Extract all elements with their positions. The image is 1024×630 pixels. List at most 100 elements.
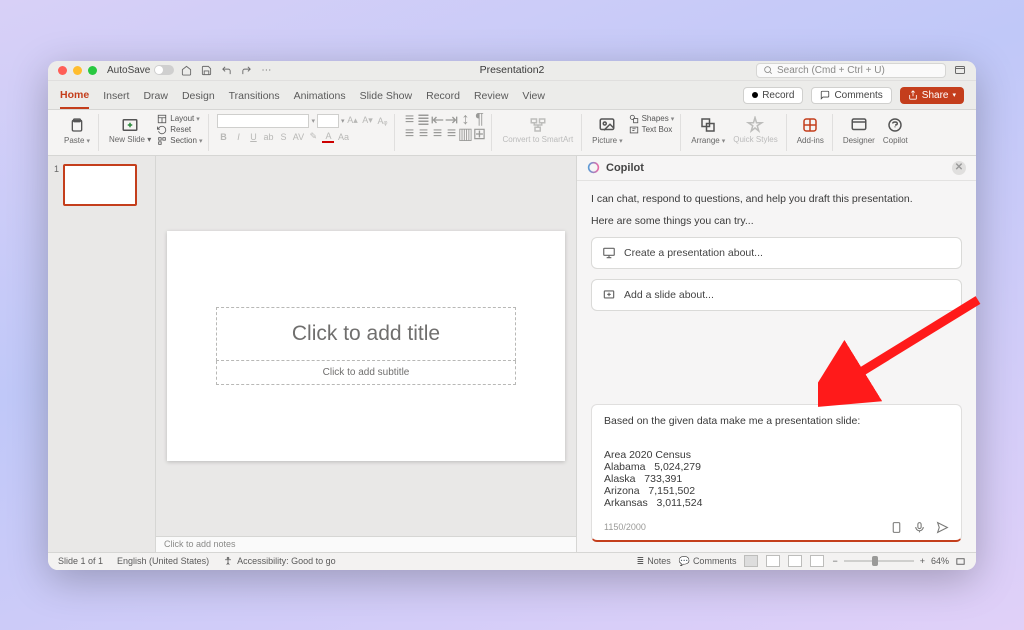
subtitle-placeholder[interactable]: Click to add subtitle — [216, 361, 516, 385]
highlight-icon[interactable]: ✎ — [307, 131, 319, 143]
autosave-toggle[interactable]: AutoSave — [107, 65, 174, 76]
copilot-suggestion-1[interactable]: Create a presentation about... — [591, 237, 962, 269]
slideshow-view-icon[interactable] — [810, 555, 824, 567]
tab-view[interactable]: View — [522, 86, 545, 108]
copilot-intro: I can chat, respond to questions, and he… — [591, 193, 962, 205]
copilot-input[interactable]: Based on the given data make me a presen… — [591, 404, 962, 542]
arrange-icon — [699, 116, 717, 134]
designer-button[interactable]: Designer — [841, 114, 877, 147]
slide-counter[interactable]: Slide 1 of 1 — [58, 556, 103, 566]
tab-review[interactable]: Review — [474, 86, 508, 108]
addins-button[interactable]: Add-ins — [795, 114, 826, 147]
presentation-icon — [602, 246, 616, 260]
bold-icon[interactable]: B — [217, 131, 229, 143]
align-left-icon[interactable]: ≡ — [403, 128, 415, 140]
char-count: 1150/2000 — [604, 522, 646, 532]
section-button[interactable]: Section — [157, 136, 202, 146]
slide-thumbnails[interactable]: 1 — [48, 156, 156, 552]
clear-format-icon[interactable]: Aᵩ — [376, 115, 388, 127]
align-text-icon[interactable]: ⊞ — [473, 128, 485, 140]
columns-icon[interactable]: ▥ — [459, 128, 471, 140]
paste-button[interactable]: Paste — [62, 114, 92, 147]
textbox-button[interactable]: Text Box — [629, 125, 675, 135]
slide-canvas[interactable]: Click to add title Click to add subtitle — [156, 156, 576, 536]
zoom-out-icon[interactable]: − — [832, 556, 837, 566]
strike-icon[interactable]: ab — [262, 131, 274, 143]
search-input[interactable]: Search (Cmd + Ctrl + U) — [756, 63, 946, 78]
send-icon[interactable] — [936, 521, 949, 534]
minimize-window-icon[interactable] — [73, 66, 82, 75]
normal-view-icon[interactable] — [744, 555, 758, 567]
slide[interactable]: Click to add title Click to add subtitle — [167, 231, 565, 461]
spacing-icon[interactable]: AV — [292, 131, 304, 143]
accessibility-icon — [223, 556, 233, 566]
italic-icon[interactable]: I — [232, 131, 244, 143]
comments-toggle[interactable]: 💬 Comments — [679, 556, 737, 567]
search-placeholder: Search (Cmd + Ctrl + U) — [777, 65, 885, 76]
smartart-button[interactable]: Convert to SmartArt — [500, 114, 575, 146]
underline-icon[interactable]: U — [247, 131, 259, 143]
shadow-icon[interactable]: S — [277, 131, 289, 143]
designer-icon — [850, 116, 868, 134]
tab-draw[interactable]: Draw — [143, 86, 168, 108]
switch-off-icon[interactable] — [154, 65, 174, 75]
zoom-in-icon[interactable]: + — [920, 556, 925, 566]
home-icon[interactable] — [180, 64, 192, 76]
ribbon-tabs: Home Insert Draw Design Transitions Anim… — [48, 81, 976, 110]
align-center-icon[interactable]: ≡ — [417, 128, 429, 140]
ribbon-options-icon[interactable] — [954, 64, 966, 76]
tab-transitions[interactable]: Transitions — [229, 86, 280, 108]
tab-design[interactable]: Design — [182, 86, 215, 108]
quick-styles-button[interactable]: Quick Styles — [731, 114, 779, 146]
title-placeholder[interactable]: Click to add title — [216, 307, 516, 361]
font-family-input[interactable] — [217, 114, 309, 128]
tab-insert[interactable]: Insert — [103, 86, 129, 108]
window-controls[interactable] — [58, 66, 97, 75]
reset-button[interactable]: Reset — [157, 125, 202, 135]
zoom-slider[interactable] — [844, 560, 914, 562]
zoom-window-icon[interactable] — [88, 66, 97, 75]
decrease-font-icon[interactable]: A▾ — [361, 115, 373, 127]
share-button[interactable]: Share▾ — [900, 87, 964, 104]
section-icon — [157, 136, 167, 146]
picture-button[interactable]: Picture — [590, 114, 624, 147]
align-right-icon[interactable]: ≡ — [431, 128, 443, 140]
layout-button[interactable]: Layout — [157, 114, 202, 124]
tab-home[interactable]: Home — [60, 85, 89, 109]
smartart-icon — [529, 116, 547, 134]
more-icon[interactable]: ⋯ — [260, 64, 272, 76]
font-size-input[interactable] — [317, 114, 339, 128]
mic-icon[interactable] — [913, 521, 926, 534]
comments-button[interactable]: Comments — [811, 87, 891, 104]
attach-icon[interactable] — [890, 521, 903, 534]
tab-record[interactable]: Record — [426, 86, 460, 108]
save-icon[interactable] — [200, 64, 212, 76]
copilot-ribbon-button[interactable]: Copilot — [881, 114, 910, 147]
slide-thumb-1[interactable] — [63, 164, 137, 206]
tab-slideshow[interactable]: Slide Show — [360, 86, 413, 108]
justify-icon[interactable]: ≡ — [445, 128, 457, 140]
notes-pane[interactable]: Click to add notes — [156, 536, 576, 552]
font-color-icon[interactable]: A — [322, 131, 334, 143]
share-icon — [908, 90, 918, 100]
fit-window-icon[interactable] — [955, 556, 966, 567]
zoom-value[interactable]: 64% — [931, 556, 949, 566]
copilot-suggestion-2[interactable]: Add a slide about... — [591, 279, 962, 311]
increase-font-icon[interactable]: A▴ — [346, 115, 358, 127]
new-slide-button[interactable]: New Slide ▾ — [107, 114, 153, 146]
arrange-button[interactable]: Arrange — [689, 114, 727, 147]
language-status[interactable]: English (United States) — [117, 556, 209, 566]
close-icon[interactable]: ✕ — [952, 161, 966, 175]
redo-icon[interactable] — [240, 64, 252, 76]
record-button[interactable]: Record — [743, 87, 803, 104]
change-case-icon[interactable]: Aa — [337, 131, 349, 143]
accessibility-status[interactable]: Accessibility: Good to go — [223, 556, 336, 566]
zoom-control[interactable]: − + 64% — [832, 556, 966, 567]
sorter-view-icon[interactable] — [766, 555, 780, 567]
shapes-button[interactable]: Shapes — [629, 114, 675, 124]
tab-animations[interactable]: Animations — [294, 86, 346, 108]
reading-view-icon[interactable] — [788, 555, 802, 567]
notes-toggle[interactable]: ≣ Notes — [637, 556, 671, 567]
close-window-icon[interactable] — [58, 66, 67, 75]
undo-icon[interactable] — [220, 64, 232, 76]
